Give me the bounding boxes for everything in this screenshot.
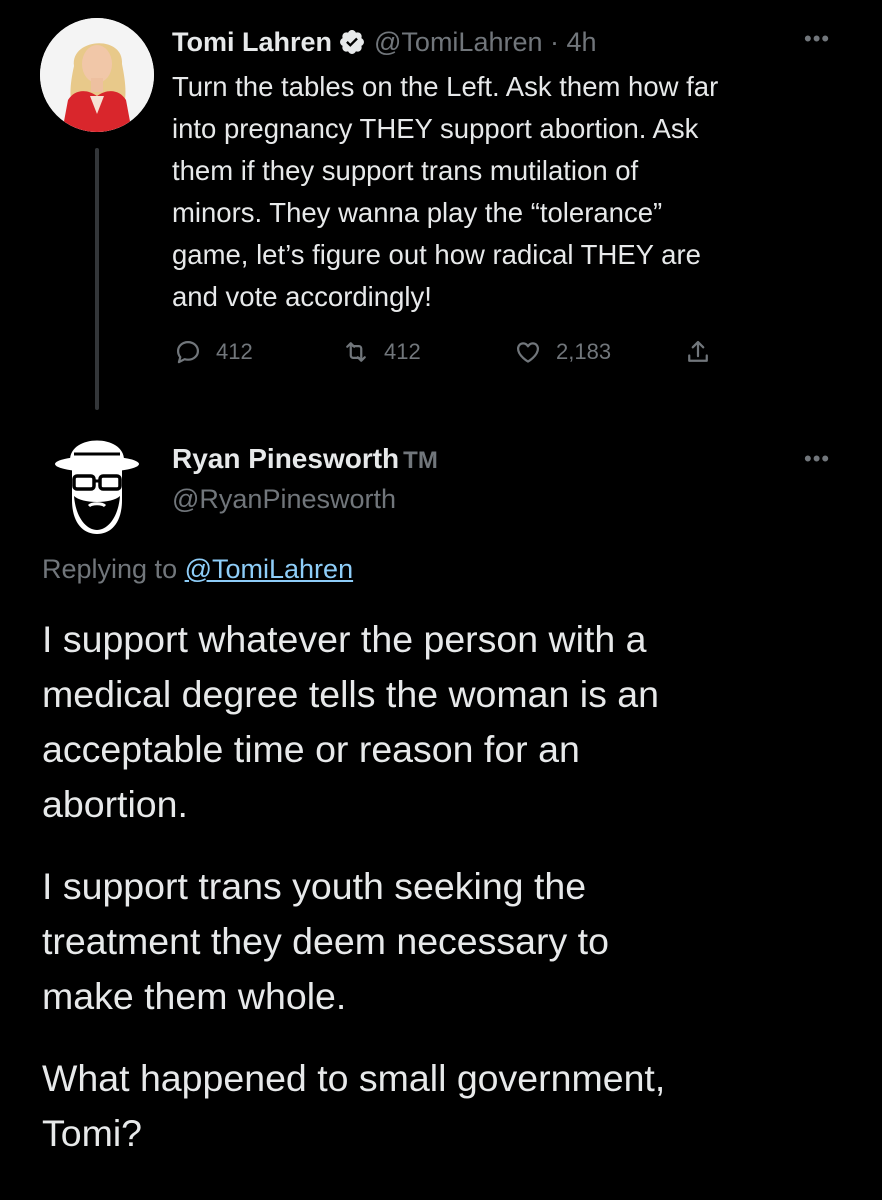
tweet-text: Turn the tables on the Left. Ask them ho… — [172, 71, 719, 312]
more-options-icon[interactable]: ••• — [804, 26, 830, 52]
author-handle-timestamp[interactable]: @TomiLahren · 4h — [374, 27, 597, 58]
author-name[interactable]: Tomi Lahren — [172, 27, 332, 58]
reply-author-row: Ryan Pinesworth TM — [172, 443, 438, 475]
like-count: 2,183 — [556, 339, 612, 364]
trademark-label: TM — [403, 447, 438, 474]
avatar-tomi-lahren[interactable] — [40, 18, 154, 132]
tweet-actions: 412 412 2,183 — [172, 334, 732, 370]
reply-paragraph: I support whatever the person with a med… — [42, 618, 659, 825]
like-action[interactable]: 2,183 — [514, 334, 611, 370]
replying-to-label: Replying to — [42, 554, 185, 584]
tweet-header: Tomi Lahren @TomiLahren · 4h — [172, 24, 597, 60]
retweet-action[interactable]: 412 — [342, 334, 421, 370]
reply-action[interactable]: 412 — [174, 334, 253, 370]
reply-author-handle[interactable]: @RyanPinesworth — [172, 484, 396, 515]
reply-icon — [176, 340, 200, 364]
retweet-count: 412 — [384, 339, 421, 364]
reply-count: 412 — [216, 339, 253, 364]
replying-to: Replying to @TomiLahren — [42, 554, 353, 585]
avatar-ryan-pinesworth[interactable] — [52, 420, 142, 538]
share-icon — [688, 340, 708, 362]
thread-connector-line — [95, 148, 99, 410]
retweet-icon — [346, 342, 366, 362]
reply-paragraph: What happened to small government, Tomi? — [42, 1057, 666, 1154]
verified-badge-icon — [338, 28, 366, 56]
reply-author-name[interactable]: Ryan Pinesworth — [172, 443, 399, 475]
reply-more-options-icon[interactable]: ••• — [804, 446, 830, 472]
share-action[interactable] — [684, 334, 726, 370]
heart-icon — [516, 342, 540, 363]
reply-paragraph: I support trans youth seeking the treatm… — [42, 865, 609, 1017]
reply-text: I support whatever the person with a med… — [42, 612, 852, 1188]
replying-to-handle-link[interactable]: @TomiLahren — [185, 554, 354, 584]
